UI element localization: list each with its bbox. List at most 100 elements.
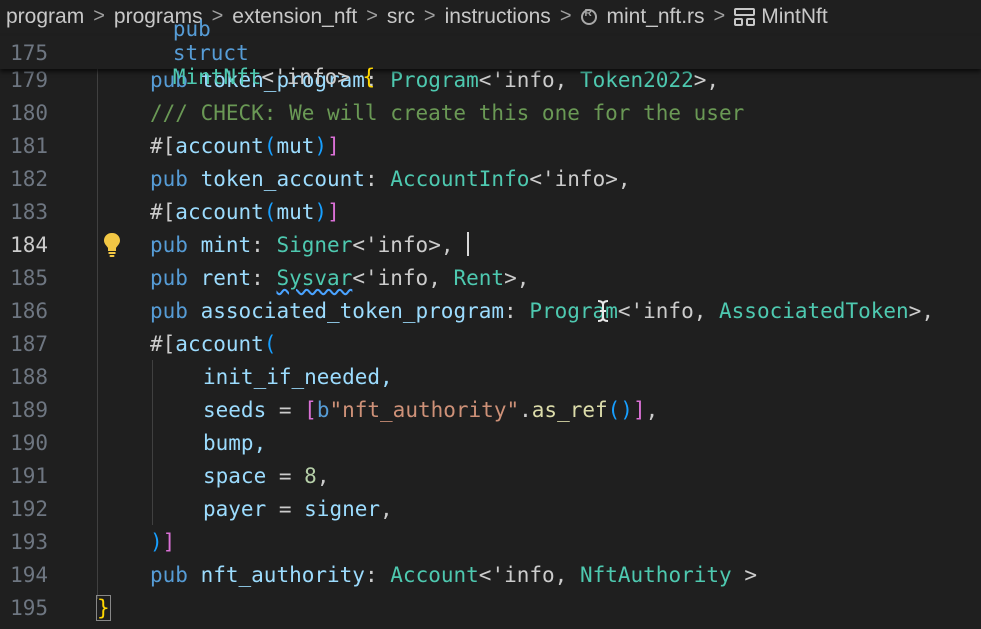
breadcrumb-separator: > — [713, 5, 726, 27]
operator: = — [266, 496, 305, 521]
line-number: 190 — [10, 430, 48, 455]
punctuation: . — [519, 397, 532, 422]
lifetime: <'info, — [478, 562, 580, 587]
struct-icon — [734, 7, 756, 26]
code-line: 192 payer = signer, — [0, 492, 981, 525]
code-line: 195 } — [0, 591, 981, 624]
keyword: pub — [150, 232, 188, 257]
line-number: 184 — [10, 232, 48, 257]
line-number: 180 — [10, 100, 48, 125]
paren: ( — [263, 199, 277, 224]
attribute-arg: mut — [276, 133, 315, 158]
punctuation: >, — [504, 265, 530, 290]
field-name: token_account — [200, 166, 365, 191]
line-number: 193 — [10, 529, 48, 554]
punctuation: : — [364, 562, 378, 587]
line-number: 175 — [10, 40, 48, 65]
line-number: 189 — [10, 397, 48, 422]
type-name-warning[interactable]: Sysvar — [276, 266, 352, 290]
attribute-name: account — [175, 133, 264, 158]
operator: = — [266, 463, 305, 488]
attribute-open: #[ — [150, 199, 176, 224]
paren: ) — [314, 199, 328, 224]
line-number: 188 — [10, 364, 48, 389]
punctuation: , — [316, 463, 330, 488]
code-line: 185 pub rent: Sysvar<'info, Rent>, — [0, 261, 981, 294]
keyword: pub — [150, 265, 188, 290]
line-number: 191 — [10, 463, 48, 488]
attribute-key: seeds — [203, 397, 267, 422]
type-name: NftAuthority — [579, 562, 732, 587]
punctuation: > — [731, 562, 757, 587]
code-line: 187 #[account( — [0, 327, 981, 360]
code-line: 182 pub token_account: AccountInfo<'info… — [0, 162, 981, 195]
line-number: 192 — [10, 496, 48, 521]
rust-file-icon — [580, 8, 597, 25]
type-name: Account — [390, 562, 479, 587]
type-name: Token2022 — [579, 67, 694, 92]
attribute-open: #[ — [150, 331, 176, 356]
keyword: pub — [150, 562, 188, 587]
code-line: 190 bump, — [0, 426, 981, 459]
attribute-arg: mut — [276, 199, 315, 224]
string-literal: "nft_authority" — [329, 397, 520, 422]
operator: = — [266, 397, 305, 422]
type-name: Signer — [276, 232, 353, 257]
lifetime: <'info> — [261, 64, 350, 89]
breadcrumb-item-src[interactable]: src — [387, 5, 415, 29]
bracket: ] — [327, 133, 340, 158]
lightbulb-icon[interactable] — [103, 232, 121, 258]
bracket: [ — [304, 397, 317, 422]
brace: { — [362, 64, 376, 89]
field-name: rent — [200, 265, 252, 290]
keyword: pub — [150, 298, 188, 323]
bracket: ] — [327, 199, 340, 224]
code-line: 193 )] — [0, 525, 981, 558]
number-literal: 8 — [304, 463, 317, 488]
line-number: 185 — [10, 265, 48, 290]
paren: ( — [263, 331, 277, 356]
breadcrumb-item-program[interactable]: program — [6, 5, 84, 29]
line-number: 187 — [10, 331, 48, 356]
field-name: nft_authority — [200, 562, 365, 587]
breadcrumb-item-instructions[interactable]: instructions — [445, 5, 551, 29]
keyword: pub — [150, 166, 188, 191]
text-cursor — [467, 232, 469, 256]
code-line: 191 space = 8, — [0, 459, 981, 492]
field-name: mint — [200, 232, 252, 257]
type-name: MintNft — [172, 64, 262, 89]
identifier: signer — [304, 496, 381, 521]
closing-brace: } — [96, 594, 111, 621]
line-number: 182 — [10, 166, 48, 191]
type-name: AssociatedToken — [719, 298, 909, 323]
type-name: AccountInfo — [390, 166, 530, 191]
punctuation: >, — [693, 67, 720, 92]
lifetime: <'info>, — [352, 232, 454, 257]
bracket: ] — [632, 397, 646, 422]
attribute-name: account — [175, 331, 264, 356]
lifetime: <'info, — [478, 67, 580, 92]
attribute-key: payer — [203, 496, 267, 521]
lifetime: <'info, — [617, 298, 720, 323]
attribute-arg: init_if_needed, — [203, 364, 393, 389]
attribute-key: space — [203, 463, 267, 488]
code-line: 189 seeds = [b"nft_authority".as_ref()], — [0, 393, 981, 426]
keyword: pub — [172, 16, 211, 41]
punctuation: : — [504, 298, 517, 323]
punctuation: , — [645, 397, 659, 422]
paren: ( — [263, 133, 277, 158]
method-name: as_ref — [531, 397, 608, 422]
code-line-active: 184 pub mint: Signer<'info>, — [0, 228, 981, 261]
line-number: 179 — [10, 67, 48, 92]
lifetime: <'info>, — [529, 166, 631, 191]
bracket: ] — [162, 529, 176, 554]
sticky-scroll-header[interactable]: 175 pub struct MintNft<'info> { — [0, 17, 981, 89]
breadcrumb-item-mintnft[interactable]: MintNft — [761, 5, 828, 29]
keyword: struct — [172, 40, 249, 65]
paren: ) — [314, 133, 328, 158]
attribute-name: account — [175, 199, 264, 224]
code-line: 194 pub nft_authority: Account<'info, Nf… — [0, 558, 981, 591]
type-name: Rent — [453, 265, 505, 290]
breadcrumb-item-mint-nft-rs[interactable]: mint_nft.rs — [607, 5, 705, 29]
paren: () — [607, 397, 633, 422]
